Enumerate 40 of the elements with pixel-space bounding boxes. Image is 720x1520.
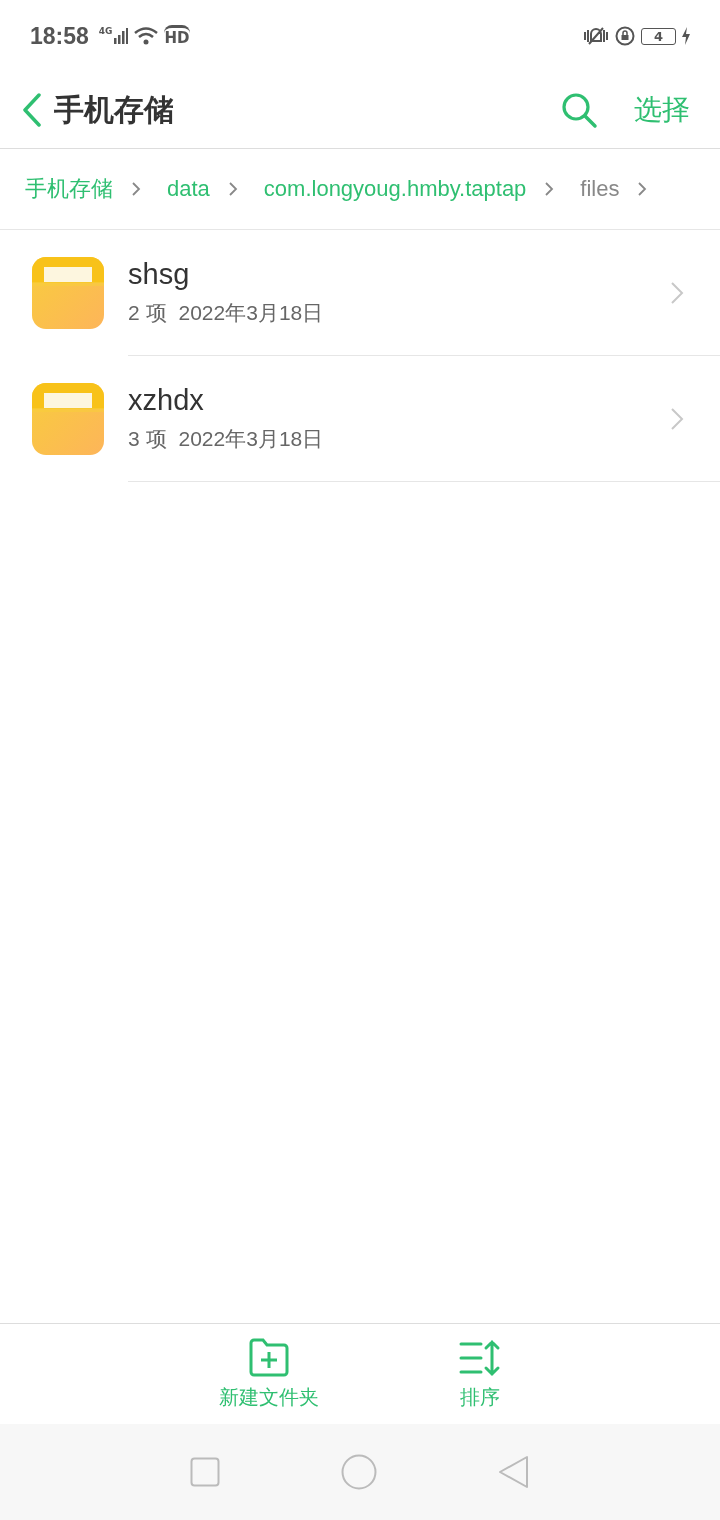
breadcrumb-item[interactable]: com.longyoug.hmby.taptap [263,176,527,202]
breadcrumb-item[interactable]: data [167,176,210,202]
folder-row[interactable]: shsg 2 项 2022年3月18日 [0,230,720,356]
folder-name: xzhdx [128,384,205,417]
search-button[interactable] [560,91,598,129]
hd-call-badge: HD [164,25,190,47]
back-nav-button[interactable] [497,1455,530,1489]
folder-name: shsg [128,258,191,291]
signal-icon [114,28,129,44]
item-count: 2 项 [128,300,167,326]
folder-icon [32,383,104,455]
folder-icon [32,257,104,329]
battery-level: 4 [640,27,676,45]
home-button[interactable] [341,1454,377,1490]
modified-date: 2022年3月18日 [178,300,324,326]
page-title: 手机存储 [54,90,174,129]
chevron-icon [670,281,684,305]
chevron-icon [544,181,555,197]
new-folder-button[interactable]: 新建文件夹 [219,1324,319,1424]
vibrate-icon [582,26,609,46]
sort-icon [459,1338,501,1378]
chevron-icon [637,181,648,197]
status-time: 18:58 [30,22,89,50]
select-button[interactable]: 选择 [634,91,690,129]
breadcrumb-item[interactable]: files [580,176,620,202]
chevron-icon [131,181,141,197]
sort-button[interactable]: 排序 [459,1324,501,1424]
wifi-icon [134,27,159,45]
chevron-icon [227,181,238,197]
chevron-icon [670,407,684,431]
rotation-lock-icon [614,26,635,46]
back-button[interactable] [22,93,42,127]
network-type: 4G [98,26,113,36]
breadcrumb-item[interactable]: 手机存储 [25,174,113,204]
folder-row[interactable]: xzhdx 3 项 2022年3月18日 [0,356,720,482]
modified-date: 2022年3月18日 [178,426,324,452]
charging-icon [682,27,690,45]
item-count: 3 项 [128,426,167,452]
folder-plus-icon [248,1338,290,1378]
recents-button[interactable] [190,1457,221,1487]
